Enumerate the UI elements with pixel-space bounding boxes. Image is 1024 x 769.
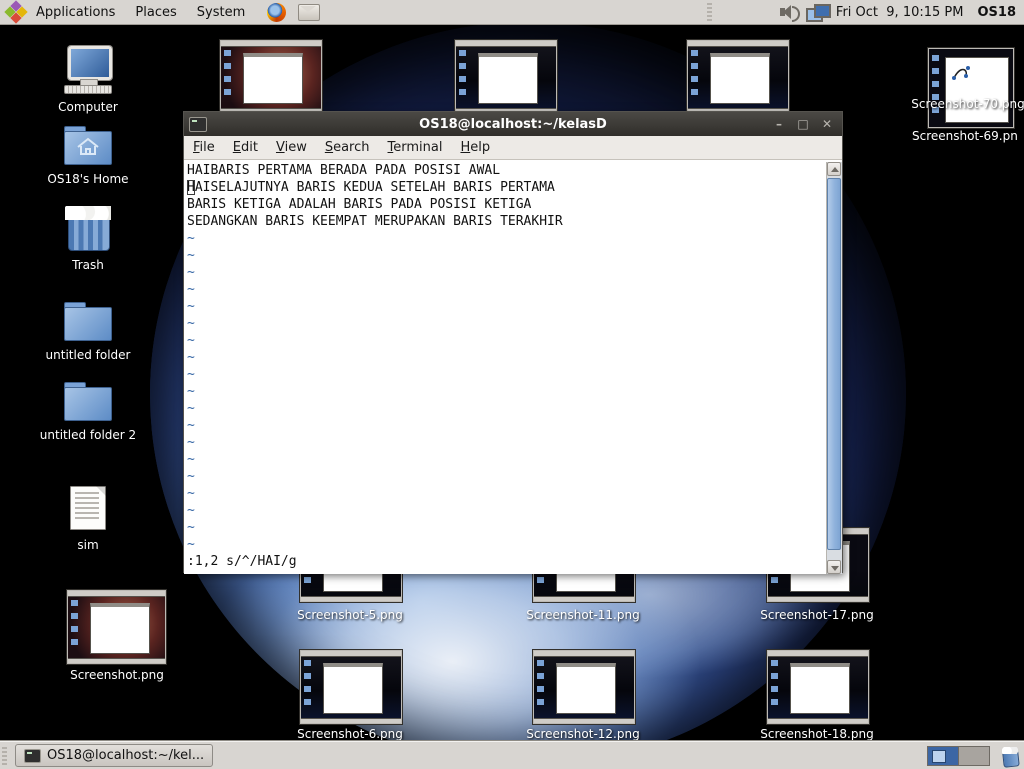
desktop-icon-screenshot[interactable] xyxy=(67,590,166,664)
vi-tilde: ~ xyxy=(187,281,827,298)
desktop-icon-untitled-folder[interactable]: untitled folder xyxy=(28,302,148,362)
trash-icon xyxy=(65,206,111,250)
terminal-line: HAISELAJUTNYA BARIS KEDUA SETELAH BARIS … xyxy=(187,179,827,196)
vi-cursor: H xyxy=(187,180,195,195)
document-icon xyxy=(70,486,106,530)
desktop-icon-untitled-folder-2[interactable]: untitled folder 2 xyxy=(28,382,148,442)
window-titlebar[interactable]: OS18@localhost:~/kelasD – □ ✕ xyxy=(184,112,842,136)
vi-tilde: ~ xyxy=(187,332,827,349)
desktop-icon-sim[interactable]: sim xyxy=(28,486,148,552)
folder-icon xyxy=(64,382,112,420)
vi-tilde: ~ xyxy=(187,417,827,434)
desktop-icon-label: OS18's Home xyxy=(28,172,148,186)
desktop-icon-screenshot-18[interactable] xyxy=(767,650,869,724)
desktop-icon-screenshot-thumb[interactable] xyxy=(455,40,557,114)
desktop-icon-label[interactable]: Screenshot-18.png xyxy=(757,727,877,741)
vi-tilde: ~ xyxy=(187,383,827,400)
vi-tilde: ~ xyxy=(187,485,827,502)
terminal-body[interactable]: HAIBARIS PERTAMA BERADA PADA POSISI AWAL… xyxy=(184,162,827,574)
vi-tilde: ~ xyxy=(187,230,827,247)
computer-icon xyxy=(64,46,112,92)
menu-edit[interactable]: Edit xyxy=(224,136,267,159)
terminal-line: HAIBARIS PERTAMA BERADA PADA POSISI AWAL xyxy=(187,162,827,179)
terminal-menubar: File Edit View Search Terminal Help xyxy=(184,136,842,160)
desktop-icon-screenshot-12[interactable] xyxy=(533,650,635,724)
minimize-button[interactable]: – xyxy=(772,112,786,136)
vi-tilde: ~ xyxy=(187,519,827,536)
trash-applet-icon[interactable] xyxy=(1000,746,1020,766)
vi-tilde: ~ xyxy=(187,298,827,315)
vi-tilde: ~ xyxy=(187,434,827,451)
bottom-panel: OS18@localhost:~/kel... xyxy=(0,741,1024,769)
desktop-icon-label: Trash xyxy=(28,258,148,272)
vi-tilde: ~ xyxy=(187,468,827,485)
desktop-icon-trash[interactable]: Trash xyxy=(28,206,148,272)
menu-view[interactable]: View xyxy=(267,136,316,159)
vi-command-line: :1,2 s/^/HAI/g xyxy=(187,553,827,570)
desktop-icon-screenshot-70[interactable] xyxy=(928,48,1014,128)
desktop-icon-label[interactable]: Screenshot-11.png xyxy=(523,608,643,622)
window-title: OS18@localhost:~/kelasD xyxy=(184,117,842,132)
scrollbar[interactable] xyxy=(826,162,842,574)
taskbar-window-label: OS18@localhost:~/kel... xyxy=(47,748,204,763)
desktop-icon-screenshot-thumb[interactable] xyxy=(220,40,322,114)
menu-places[interactable]: Places xyxy=(125,0,186,24)
vi-tilde: ~ xyxy=(187,366,827,383)
network-icon[interactable] xyxy=(806,4,828,21)
scrollbar-thumb[interactable] xyxy=(827,178,841,550)
menu-applications[interactable]: Applications xyxy=(26,0,125,24)
distro-logo-icon[interactable] xyxy=(6,2,26,22)
desktop-icon-label: untitled folder xyxy=(28,348,148,362)
desktop-icon-label[interactable]: Screenshot.png xyxy=(57,668,177,682)
top-panel: Applications Places System Fri Oct 9, 10… xyxy=(0,0,1024,25)
desktop-icon-label: Computer xyxy=(28,100,148,114)
terminal-line: BARIS KETIGA ADALAH BARIS PADA POSISI KE… xyxy=(187,196,827,213)
taskbar-window-button[interactable]: OS18@localhost:~/kel... xyxy=(15,744,213,767)
workspace-switcher[interactable] xyxy=(927,746,990,766)
vi-tilde: ~ xyxy=(187,247,827,264)
close-button[interactable]: ✕ xyxy=(820,112,834,136)
menu-help[interactable]: Help xyxy=(451,136,499,159)
desktop-icon-screenshot-thumb[interactable] xyxy=(687,40,789,114)
desktop-icon-computer[interactable]: Computer xyxy=(28,46,148,114)
desktop-icon-label[interactable]: Screenshot-12.png xyxy=(523,727,643,741)
desktop-icon-home[interactable]: OS18's Home xyxy=(28,126,148,186)
workspace-2[interactable] xyxy=(958,747,989,765)
scroll-down-icon[interactable] xyxy=(827,560,841,574)
home-folder-icon xyxy=(64,126,112,164)
terminal-task-icon xyxy=(24,749,41,763)
email-launcher-icon[interactable] xyxy=(298,4,320,21)
vi-tilde: ~ xyxy=(187,400,827,417)
desktop-icon-screenshot-6[interactable] xyxy=(300,650,402,724)
volume-icon[interactable] xyxy=(780,4,798,20)
menu-file[interactable]: File xyxy=(184,136,224,159)
clock[interactable]: Fri Oct 9, 10:15 PM xyxy=(836,5,964,20)
vi-tilde: ~ xyxy=(187,315,827,332)
desktop-icon-label[interactable]: Screenshot-70.png xyxy=(886,97,1024,111)
vi-tilde: ~ xyxy=(187,502,827,519)
terminal-line: SEDANGKAN BARIS KEEMPAT MERUPAKAN BARIS … xyxy=(187,213,827,230)
vi-tilde: ~ xyxy=(187,349,827,366)
vi-tilde: ~ xyxy=(187,451,827,468)
desktop-icon-label: sim xyxy=(28,538,148,552)
desktop-icon-label[interactable]: Screenshot-6.png xyxy=(290,727,410,741)
panel-drag-handle[interactable] xyxy=(707,3,712,21)
user-menu[interactable]: OS18 xyxy=(977,5,1016,20)
desktop-icon-label: untitled folder 2 xyxy=(28,428,148,442)
vi-tilde: ~ xyxy=(187,536,827,553)
menu-terminal[interactable]: Terminal xyxy=(379,136,452,159)
desktop-icon-label[interactable]: Screenshot-5.png xyxy=(290,608,410,622)
firefox-launcher-icon[interactable] xyxy=(267,3,286,22)
vi-tilde: ~ xyxy=(187,264,827,281)
terminal-window: OS18@localhost:~/kelasD – □ ✕ File Edit … xyxy=(183,111,843,573)
maximize-button[interactable]: □ xyxy=(796,112,810,136)
workspace-1[interactable] xyxy=(928,747,958,765)
desktop-icon-label-clipped[interactable]: Screenshot-69.pn xyxy=(912,129,1024,143)
folder-icon xyxy=(64,302,112,340)
scroll-up-icon[interactable] xyxy=(827,162,841,176)
desktop-icon-label[interactable]: Screenshot-17.png xyxy=(757,608,877,622)
menu-search[interactable]: Search xyxy=(316,136,379,159)
panel-drag-handle[interactable] xyxy=(2,747,7,765)
menu-system[interactable]: System xyxy=(187,0,255,24)
